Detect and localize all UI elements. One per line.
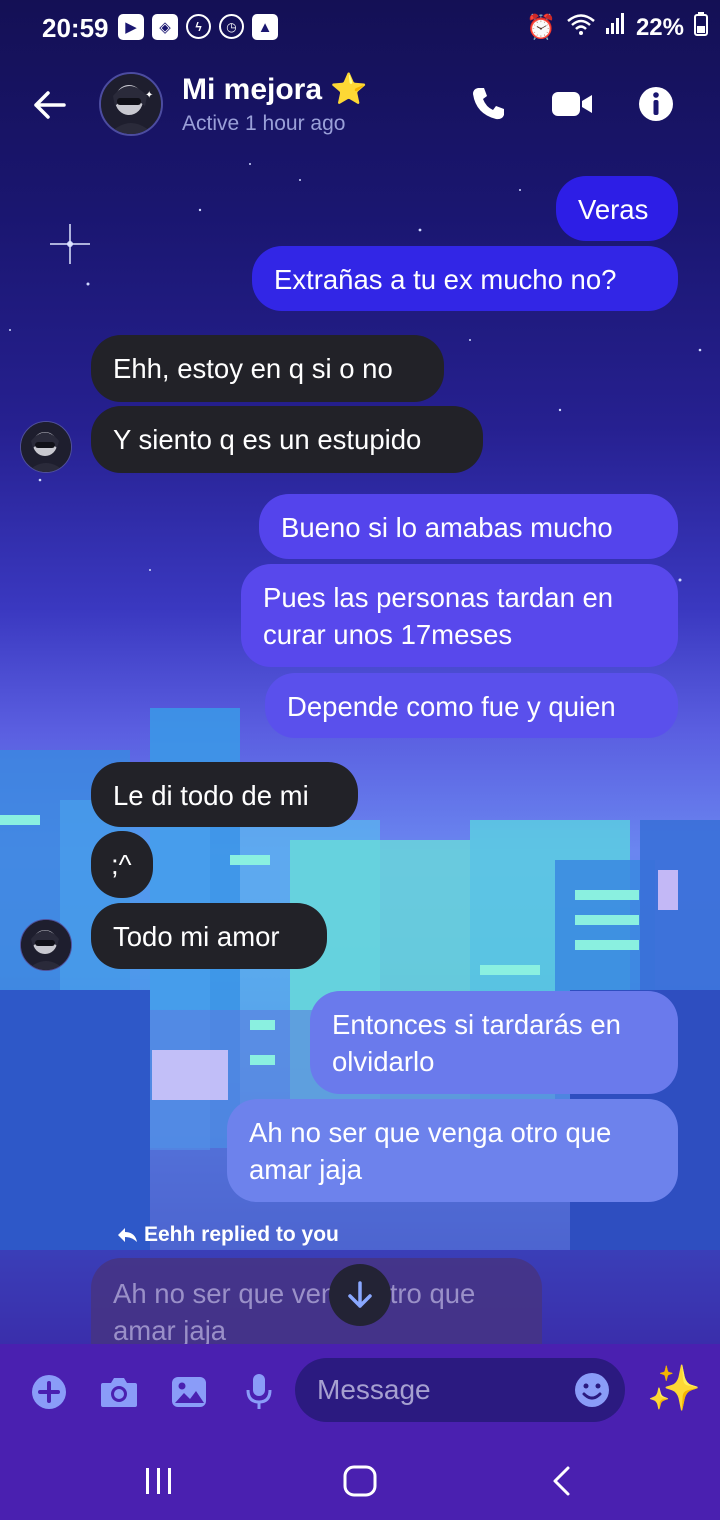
battery-charging-icon (694, 12, 708, 43)
phone-icon[interactable] (466, 82, 510, 126)
message-incoming[interactable]: Ehh, estoy en q si o no (91, 335, 444, 402)
message-outgoing[interactable]: Entonces si tardarás en olvidarlo (310, 991, 678, 1094)
plus-icon[interactable] (25, 1368, 73, 1416)
replied-message-quote[interactable]: Ah no ser que venga otro que amar jaja (91, 1258, 542, 1348)
video-camera-icon[interactable] (550, 82, 594, 126)
conversation-header: ✦ Mi mejora ⭐ Active 1 hour ago (0, 60, 720, 150)
message-incoming[interactable]: Y siento q es un estupido (91, 406, 483, 473)
message-outgoing[interactable]: Ah no ser que venga otro que amar jaja (227, 1099, 678, 1202)
message-outgoing[interactable]: Veras (556, 176, 678, 241)
image-icon[interactable] (165, 1368, 213, 1416)
system-navigation-bar (0, 1440, 720, 1520)
app-notification-icon: ◈ (152, 14, 178, 40)
reply-label-text: Eehh replied to you (144, 1223, 339, 1246)
contact-name[interactable]: Mi mejora ⭐ (182, 72, 368, 107)
home-button[interactable] (330, 1460, 390, 1502)
microphone-icon[interactable] (235, 1368, 283, 1416)
contact-name-text: Mi mejora (182, 73, 323, 106)
wifi-icon (566, 12, 596, 43)
contact-active-status: Active 1 hour ago (182, 112, 346, 135)
emoji-icon[interactable] (573, 1371, 611, 1409)
message-outgoing[interactable]: Depende como fue y quien (265, 673, 678, 738)
back-button[interactable] (531, 1460, 591, 1502)
message-incoming[interactable]: Todo mi amor (91, 903, 327, 969)
message-composer: ✨ (0, 1344, 720, 1440)
gallery-icon: ▲ (252, 14, 278, 40)
status-time: 20:59 (42, 13, 109, 43)
notification-icons: ▶ ◈ ϟ ◷ ▲ (118, 14, 278, 40)
battery-level: 22% (635, 13, 684, 41)
back-arrow-icon[interactable] (28, 84, 70, 126)
reply-indicator: Eehh replied to you (116, 1223, 339, 1247)
info-icon[interactable] (634, 82, 678, 126)
reply-arrow-icon (118, 1228, 137, 1242)
message-outgoing[interactable]: Extrañas a tu ex mucho no? (252, 246, 678, 311)
alarm-clock-icon: ⏰ (526, 14, 556, 41)
signal-icon (605, 12, 626, 43)
system-indicators: ⏰ 22% (526, 12, 708, 43)
message-incoming[interactable]: ;^ (91, 831, 153, 898)
camera-icon[interactable] (95, 1368, 143, 1416)
messenger-icon: ϟ (186, 14, 211, 39)
message-incoming[interactable]: Le di todo de mi (91, 762, 358, 827)
contact-avatar-small[interactable] (20, 919, 72, 971)
star-emoji-icon: ⭐ (330, 73, 368, 106)
scroll-to-bottom-button[interactable] (329, 1264, 391, 1326)
recent-apps-button[interactable] (129, 1460, 189, 1502)
message-outgoing[interactable]: Bueno si lo amabas mucho (259, 494, 678, 559)
contact-avatar[interactable]: ✦ (99, 72, 163, 136)
arrow-down-icon (348, 1281, 372, 1308)
contact-avatar-small[interactable] (20, 421, 72, 473)
sparkles-icon[interactable]: ✨ (647, 1364, 702, 1413)
status-bar: 20:59 ▶ ◈ ϟ ◷ ▲ ⏰ 22% (0, 0, 720, 56)
message-outgoing[interactable]: Pues las personas tardan en curar unos 1… (241, 564, 678, 667)
youtube-icon: ▶ (118, 14, 144, 40)
alarm-icon: ◷ (219, 14, 244, 39)
svg-text:✦: ✦ (145, 90, 153, 101)
